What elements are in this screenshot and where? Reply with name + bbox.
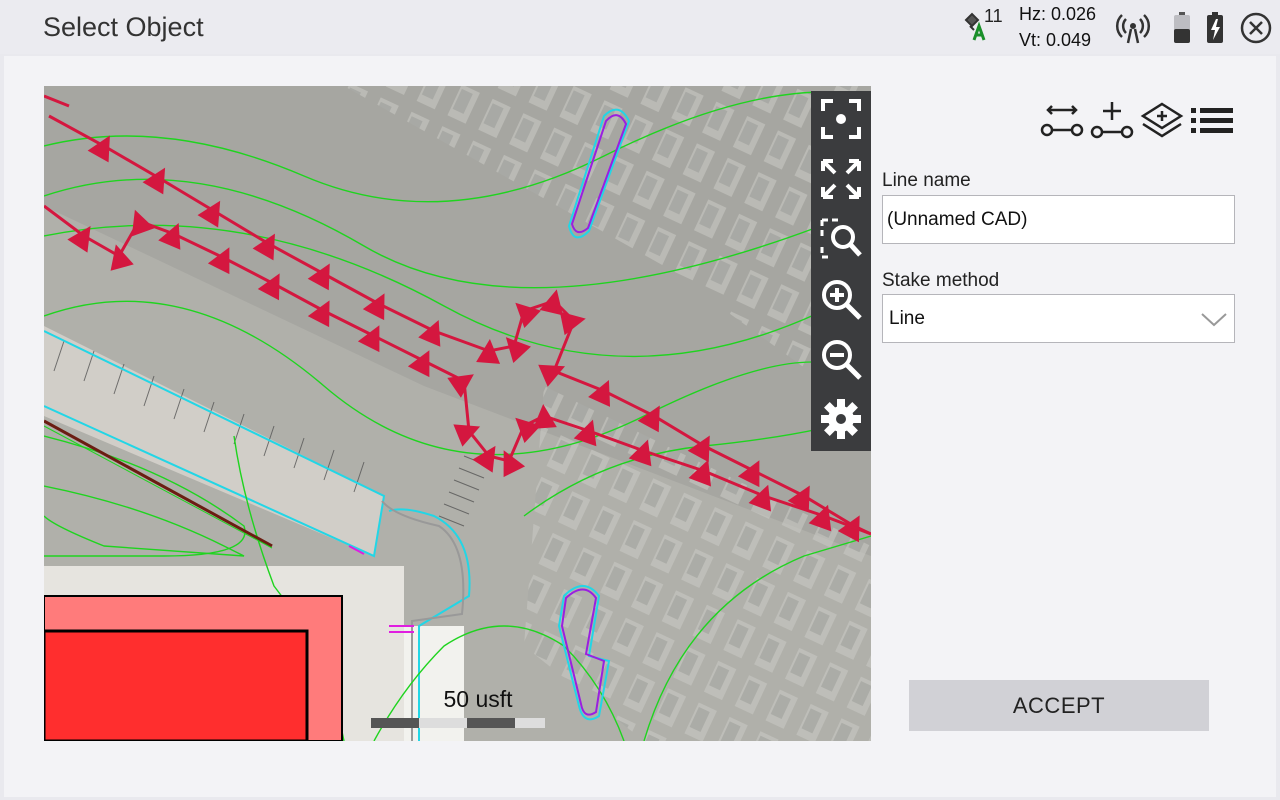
close-icon[interactable] <box>1238 10 1274 46</box>
battery-icon <box>1174 12 1190 43</box>
map-toolbar <box>811 91 871 451</box>
add-point-icon[interactable] <box>1090 100 1134 144</box>
line-name-value[interactable]: (Unnamed CAD) <box>887 209 1027 231</box>
battery-charging-icon <box>1207 12 1223 43</box>
stake-method-label: Stake method <box>882 270 1000 291</box>
radio-icon[interactable] <box>1115 10 1151 46</box>
stake-method-value: Line <box>889 308 925 329</box>
title-bar: Select Object 11 Hz: 0.026 Vt: 0.049 <box>0 0 1280 54</box>
stake-method-select[interactable]: Line <box>882 294 1235 343</box>
chevron-down-icon[interactable] <box>1200 307 1228 331</box>
accept-button[interactable]: ACCEPT <box>909 680 1209 731</box>
line-name-label: Line name <box>882 170 971 191</box>
zoom-in-icon[interactable] <box>819 277 863 321</box>
zoom-out-icon[interactable] <box>819 337 863 381</box>
line-between-points-icon[interactable] <box>1040 100 1084 144</box>
map-view[interactable]: 50 usft <box>44 86 871 741</box>
line-name-field[interactable]: (Unnamed CAD) <box>882 195 1235 244</box>
layers-icon[interactable] <box>1140 100 1184 144</box>
map-canvas[interactable] <box>44 86 871 741</box>
scale-bar <box>371 718 545 728</box>
page-title: Select Object <box>43 12 204 42</box>
zoom-extents-icon[interactable] <box>819 157 863 201</box>
satellite-count: 11 <box>984 6 1003 26</box>
settings-icon[interactable] <box>819 397 863 441</box>
hz-precision: Hz: 0.026 <box>1019 4 1097 24</box>
zoom-window-icon[interactable] <box>819 217 863 261</box>
zoom-to-selection-icon[interactable] <box>819 97 863 141</box>
scale-label: 50 usft <box>443 686 513 712</box>
list-icon[interactable] <box>1190 100 1234 144</box>
vt-precision: Vt: 0.049 <box>1019 30 1092 50</box>
